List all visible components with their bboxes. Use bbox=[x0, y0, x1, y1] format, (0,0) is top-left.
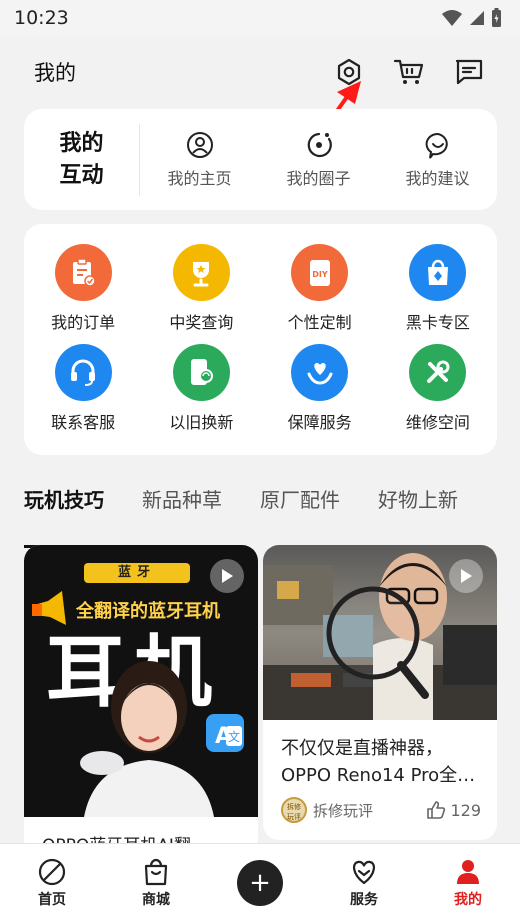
battery-icon bbox=[492, 8, 501, 27]
translate-icon: A文 bbox=[206, 714, 244, 752]
svg-text:DIY: DIY bbox=[312, 270, 328, 279]
thumbs-up-icon[interactable] bbox=[426, 800, 446, 820]
interaction-item-label: 我的主页 bbox=[167, 168, 232, 188]
service-grid: 我的订单 中奖查询 DIY 个性定制 黑卡专区 联系客服 以旧换新 保障服务 维… bbox=[24, 224, 497, 455]
cart-button[interactable] bbox=[380, 43, 438, 101]
nav-create[interactable]: + bbox=[220, 859, 300, 906]
cart-icon bbox=[393, 59, 424, 84]
nav-shop[interactable]: 商城 bbox=[116, 857, 196, 909]
home-icon bbox=[38, 858, 66, 885]
author-name[interactable]: 拆修玩评 bbox=[313, 800, 426, 821]
video-thumbnail: 蓝牙 全翻译的蓝牙耳机 耳机 A文 bbox=[24, 545, 258, 817]
service-label: 中奖查询 bbox=[169, 313, 234, 332]
service-prize-query[interactable]: 中奖查询 bbox=[142, 244, 260, 344]
feed-caption-line2: OPPO Reno14 Pro全… bbox=[281, 765, 476, 786]
interaction-title-line2: 互动 bbox=[59, 162, 104, 188]
feed-card-reno14[interactable]: 不仅仅是直播神器， OPPO Reno14 Pro全… 拆修 玩评 拆修玩评 1… bbox=[263, 545, 497, 840]
nav-label: 首页 bbox=[38, 891, 66, 908]
bag-icon bbox=[409, 244, 467, 301]
author-row: 拆修 玩评 拆修玩评 129 bbox=[281, 797, 481, 823]
service-protection[interactable]: 保障服务 bbox=[261, 343, 379, 444]
user-icon bbox=[186, 131, 213, 158]
tab-accessories[interactable]: 原厂配件 bbox=[260, 472, 340, 532]
heart-hand-icon bbox=[291, 343, 349, 401]
order-icon bbox=[54, 244, 112, 301]
service-trade-in[interactable]: 以旧换新 bbox=[142, 343, 260, 444]
service-label: 联系客服 bbox=[51, 412, 116, 432]
trophy-icon bbox=[172, 244, 230, 301]
tools-icon bbox=[409, 343, 467, 401]
service-label: 维修空间 bbox=[405, 412, 470, 432]
message-button[interactable] bbox=[440, 43, 498, 101]
interaction-item-suggestion[interactable]: 我的建议 bbox=[378, 131, 497, 189]
interaction-item-home[interactable]: 我的主页 bbox=[140, 131, 259, 189]
bottom-nav: 首页 商城 + 服务 我的 bbox=[0, 843, 520, 921]
content-tabs: 玩机技巧 新品种草 原厂配件 好物上新 bbox=[24, 472, 520, 548]
header: 我的 bbox=[0, 38, 520, 106]
nav-label: 服务 bbox=[350, 891, 378, 908]
interaction-item-label: 我的建议 bbox=[405, 168, 470, 188]
feed-card-earbuds[interactable]: 蓝牙 全翻译的蓝牙耳机 耳机 A文 OPPO蓝牙耳机AI翻 bbox=[24, 545, 258, 855]
tab-new-goods[interactable]: 好物上新 bbox=[378, 472, 458, 532]
avatar[interactable]: 拆修 玩评 bbox=[281, 797, 307, 823]
nav-label: 商城 bbox=[142, 891, 170, 908]
like-count: 129 bbox=[450, 800, 481, 820]
me-icon bbox=[457, 859, 479, 884]
interaction-item-circle[interactable]: 我的圈子 bbox=[259, 131, 378, 189]
category-badge: 蓝牙 bbox=[84, 563, 190, 583]
service-customization[interactable]: DIY 个性定制 bbox=[261, 244, 379, 344]
service-label: 个性定制 bbox=[287, 313, 352, 332]
play-icon[interactable] bbox=[449, 559, 483, 593]
wifi-icon bbox=[442, 10, 462, 26]
feed-caption-line1: 不仅仅是直播神器， bbox=[281, 738, 443, 759]
video-thumbnail bbox=[263, 545, 497, 720]
interaction-title-line1: 我的 bbox=[59, 130, 104, 156]
service-label: 黑卡专区 bbox=[405, 313, 470, 332]
shop-bag-icon bbox=[144, 858, 168, 885]
service-my-orders[interactable]: 我的订单 bbox=[24, 244, 142, 344]
thumbnail-headline: 全翻译的蓝牙耳机 bbox=[76, 601, 220, 622]
feed-caption: 不仅仅是直播神器， OPPO Reno14 Pro全… bbox=[281, 735, 487, 789]
nav-service[interactable]: 服务 bbox=[324, 857, 404, 909]
interaction-title: 我的 互动 bbox=[24, 123, 140, 196]
message-icon bbox=[455, 59, 483, 85]
phone-swap-icon bbox=[172, 343, 230, 401]
play-icon[interactable] bbox=[210, 559, 244, 593]
plus-icon: + bbox=[237, 859, 283, 906]
circle-icon bbox=[307, 132, 332, 157]
nav-me[interactable]: 我的 bbox=[428, 857, 508, 909]
status-time: 10:23 bbox=[14, 7, 69, 29]
interaction-item-label: 我的圈子 bbox=[286, 168, 351, 188]
service-repair[interactable]: 维修空间 bbox=[379, 343, 497, 444]
svg-text:文: 文 bbox=[228, 729, 240, 744]
status-bar: 10:23 bbox=[0, 0, 520, 36]
service-heart-icon bbox=[352, 860, 376, 884]
service-black-card[interactable]: 黑卡专区 bbox=[379, 244, 497, 344]
nav-home[interactable]: 首页 bbox=[12, 857, 92, 909]
headset-icon bbox=[54, 343, 112, 401]
tab-tips[interactable]: 玩机技巧 bbox=[24, 472, 104, 548]
service-label: 保障服务 bbox=[287, 412, 352, 432]
service-customer-support[interactable]: 联系客服 bbox=[24, 343, 142, 444]
service-label: 我的订单 bbox=[51, 313, 116, 332]
nav-label: 我的 bbox=[454, 891, 482, 908]
interaction-card: 我的 互动 我的主页 我的圈子 我的建议 bbox=[24, 109, 497, 210]
diy-icon: DIY bbox=[291, 244, 349, 301]
status-icons bbox=[441, 8, 502, 28]
service-label: 以旧换新 bbox=[169, 412, 234, 432]
tab-new-products[interactable]: 新品种草 bbox=[142, 472, 222, 532]
signal-icon bbox=[470, 11, 484, 25]
suggestion-icon bbox=[425, 132, 448, 159]
